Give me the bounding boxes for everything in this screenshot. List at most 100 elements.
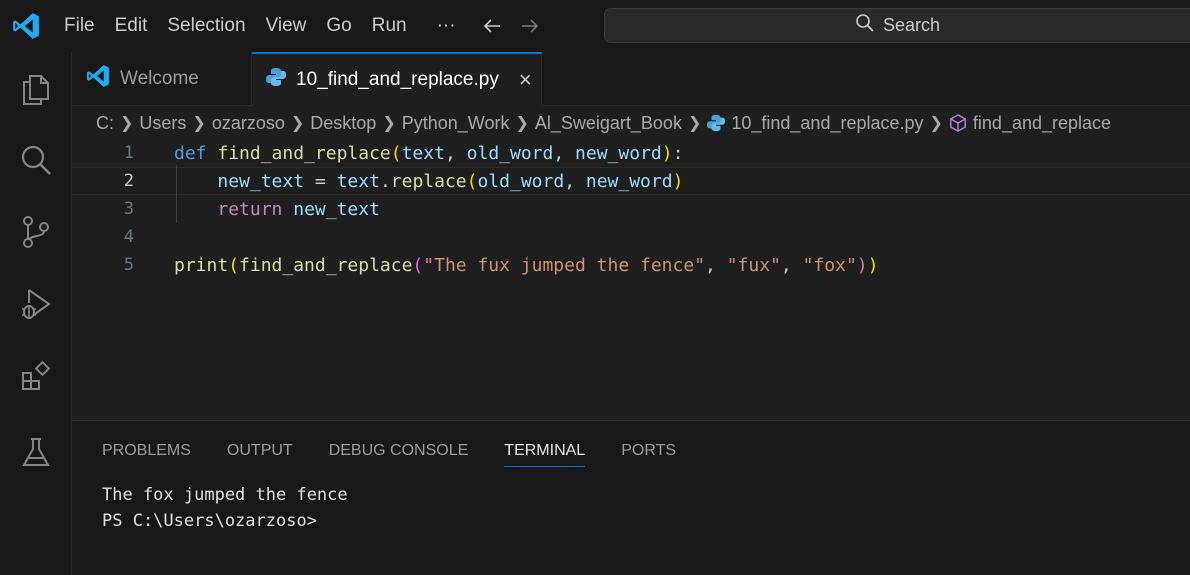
tab-problems[interactable]: PROBLEMS: [102, 435, 191, 467]
chevron-right-icon: ❯: [382, 115, 396, 132]
menu-run[interactable]: Run: [362, 0, 417, 52]
tab-label: Welcome: [120, 68, 199, 89]
code-token: find_and_replace: [239, 254, 413, 276]
code-token: text: [401, 142, 445, 164]
code-token: find_and_replace: [217, 142, 391, 164]
code-line[interactable]: 2 new_text = text.replace(old_word, new_…: [72, 167, 1190, 195]
editor-tab-bar: Welcome 10_find_and_replace.py ×: [72, 52, 1190, 106]
arrow-right-icon[interactable]: [518, 14, 542, 38]
explorer-icon[interactable]: [0, 60, 72, 120]
code-token: new_text: [293, 198, 380, 220]
code-text: return new_text: [174, 199, 380, 220]
code-text: new_text = text.replace(old_word, new_wo…: [174, 171, 683, 192]
command-center-search[interactable]: Search: [604, 8, 1190, 43]
symbol-method-icon: [949, 114, 967, 132]
breadcrumb-item[interactable]: ozarzoso: [212, 113, 285, 134]
menu-bar: File Edit Selection View Go Run ···: [52, 0, 466, 52]
breadcrumb-item[interactable]: 10_find_and_replace.py: [731, 113, 923, 134]
menu-view[interactable]: View: [256, 0, 317, 52]
chevron-right-icon: ❯: [120, 115, 134, 132]
menu-file[interactable]: File: [52, 0, 105, 52]
code-token: (: [412, 254, 424, 276]
tab-terminal[interactable]: TERMINAL: [504, 435, 586, 467]
code-token: ,: [705, 254, 727, 276]
panel-tab-bar: PROBLEMS OUTPUT DEBUG CONSOLE TERMINAL P…: [102, 435, 676, 467]
title-bar: File Edit Selection View Go Run ··· Sear…: [0, 0, 1190, 52]
breadcrumb: C: ❯ Users ❯ ozarzoso ❯ Desktop ❯ Python…: [96, 108, 1190, 138]
code-line[interactable]: 1 def find_and_replace(text, old_word, ne…: [72, 139, 1190, 167]
vscode-logo-icon: [0, 0, 52, 52]
code-token: ,: [553, 142, 576, 164]
python-icon: [266, 67, 286, 93]
breadcrumb-item[interactable]: find_and_replace: [973, 113, 1111, 134]
python-icon: [707, 114, 726, 132]
code-token: replace: [390, 170, 467, 192]
run-debug-icon[interactable]: [0, 274, 72, 334]
code-token: (: [390, 142, 402, 164]
menu-go[interactable]: Go: [316, 0, 361, 52]
code-text: print(find_and_replace("The fux jumped t…: [174, 255, 878, 276]
vscode-logo-icon: [86, 64, 110, 94]
code-token: "fux": [726, 254, 781, 276]
code-token: old_word: [466, 142, 554, 164]
chevron-right-icon: ❯: [290, 115, 305, 132]
breadcrumb-item[interactable]: Users: [139, 113, 186, 134]
code-token: ,: [444, 142, 467, 164]
code-text: def find_and_replace(text, old_word, new…: [174, 143, 683, 164]
search-label: Search: [882, 15, 941, 35]
testing-flask-icon[interactable]: [0, 422, 72, 482]
tab-find-and-replace[interactable]: 10_find_and_replace.py ×: [252, 52, 542, 106]
menu-more-button[interactable]: ···: [417, 0, 466, 52]
terminal-output[interactable]: The fox jumped the fence PS C:\Users\oza…: [102, 485, 348, 537]
code-line[interactable]: 3 return new_text: [72, 195, 1190, 223]
code-token: =: [304, 170, 337, 192]
terminal-prompt: PS C:\Users\ozarzoso>: [102, 511, 317, 531]
tab-ports[interactable]: PORTS: [621, 435, 676, 467]
tab-label: 10_find_and_replace.py: [296, 68, 499, 90]
code-token: text: [336, 170, 380, 192]
code-token: ,: [780, 254, 803, 276]
arrow-left-icon[interactable]: [480, 14, 504, 38]
code-token: ): [856, 254, 868, 276]
code-token: old_word: [477, 170, 565, 192]
search-view-icon[interactable]: [0, 130, 72, 190]
code-token: (: [228, 254, 240, 276]
code-token: return: [217, 198, 283, 220]
terminal-line: The fox jumped the fence: [102, 485, 348, 505]
line-number: 3: [123, 199, 134, 219]
tab-welcome[interactable]: Welcome: [72, 52, 252, 106]
breadcrumb-item[interactable]: Al_Sweigart_Book: [535, 113, 682, 134]
code-editor[interactable]: 1 def find_and_replace(text, old_word, ne…: [72, 138, 1190, 418]
code-line[interactable]: 5 print(find_and_replace("The fux jumped …: [72, 251, 1190, 279]
code-token: ): [661, 142, 673, 164]
source-control-icon[interactable]: [0, 202, 72, 262]
breadcrumb-item[interactable]: Desktop: [310, 113, 376, 134]
breadcrumb-item[interactable]: Python_Work: [402, 113, 510, 134]
tab-output[interactable]: OUTPUT: [227, 435, 293, 467]
code-token: def: [174, 142, 207, 164]
code-token: ): [672, 170, 684, 192]
bottom-panel: PROBLEMS OUTPUT DEBUG CONSOLE TERMINAL P…: [72, 420, 1190, 575]
code-token: "fox": [802, 254, 857, 276]
code-token: ): [867, 254, 879, 276]
chevron-right-icon: ❯: [192, 115, 206, 132]
activity-bar: [0, 52, 72, 575]
extensions-icon[interactable]: [0, 346, 72, 406]
line-number: 2: [123, 171, 134, 191]
breadcrumb-item[interactable]: C:: [96, 113, 114, 134]
close-icon[interactable]: ×: [519, 67, 532, 93]
code-token: print: [174, 254, 229, 276]
indent-guide: [176, 165, 177, 223]
menu-selection[interactable]: Selection: [157, 0, 255, 52]
chevron-right-icon: ❯: [929, 115, 943, 132]
line-number: 5: [123, 255, 134, 275]
menu-edit[interactable]: Edit: [105, 0, 158, 52]
code-line[interactable]: 4: [72, 223, 1190, 251]
nav-arrows: [480, 14, 542, 38]
line-number: 4: [123, 227, 134, 247]
tab-debug-console[interactable]: DEBUG CONSOLE: [329, 435, 469, 467]
